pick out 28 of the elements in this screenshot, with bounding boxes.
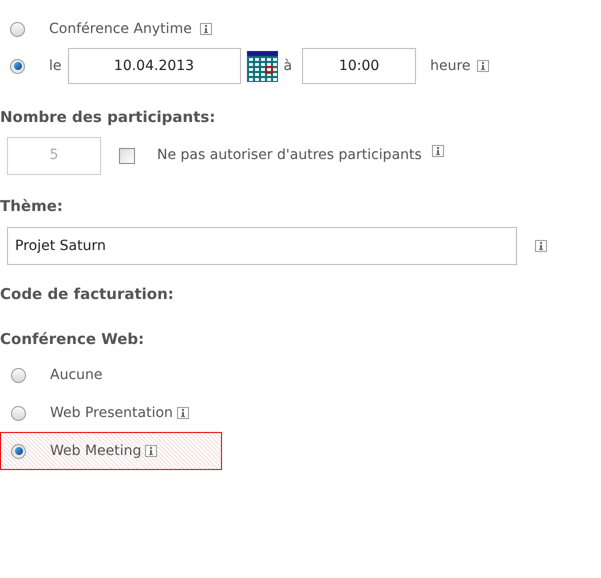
radio-button[interactable] xyxy=(10,58,25,74)
info-icon[interactable] xyxy=(200,23,212,35)
checkbox-label: Ne pas autoriser d'autres participants xyxy=(157,146,422,165)
section-heading: Nombre des participants: xyxy=(0,107,216,128)
calendar-icon[interactable] xyxy=(246,50,278,82)
info-icon[interactable] xyxy=(145,445,158,457)
unit-label: heure xyxy=(430,56,471,76)
info-icon[interactable] xyxy=(176,407,189,419)
at-label: à xyxy=(284,56,292,76)
option-label: Web Presentation xyxy=(50,404,173,422)
info-icon[interactable] xyxy=(476,60,489,72)
radio-button[interactable] xyxy=(11,406,26,420)
section-heading: Conférence Web: xyxy=(0,328,146,350)
radio-button[interactable] xyxy=(11,444,26,458)
section-heading: Thème: xyxy=(0,196,64,216)
info-icon[interactable] xyxy=(535,240,547,252)
theme-field[interactable]: Projet Saturn xyxy=(7,227,517,265)
radio-button[interactable] xyxy=(11,368,26,382)
highlighted-option[interactable]: Web Meeting xyxy=(0,432,222,470)
option-label: Web Meeting xyxy=(50,442,142,460)
option-label: Aucune xyxy=(50,366,103,384)
radio-button[interactable] xyxy=(10,22,25,36)
option-label: le xyxy=(49,56,62,76)
info-icon[interactable] xyxy=(432,145,444,157)
time-field[interactable]: 10:00 xyxy=(302,48,416,84)
date-field[interactable]: 10.04.2013 xyxy=(68,48,241,84)
section-heading: Code de facturation: xyxy=(0,284,175,305)
option-label: Conférence Anytime xyxy=(49,20,192,38)
